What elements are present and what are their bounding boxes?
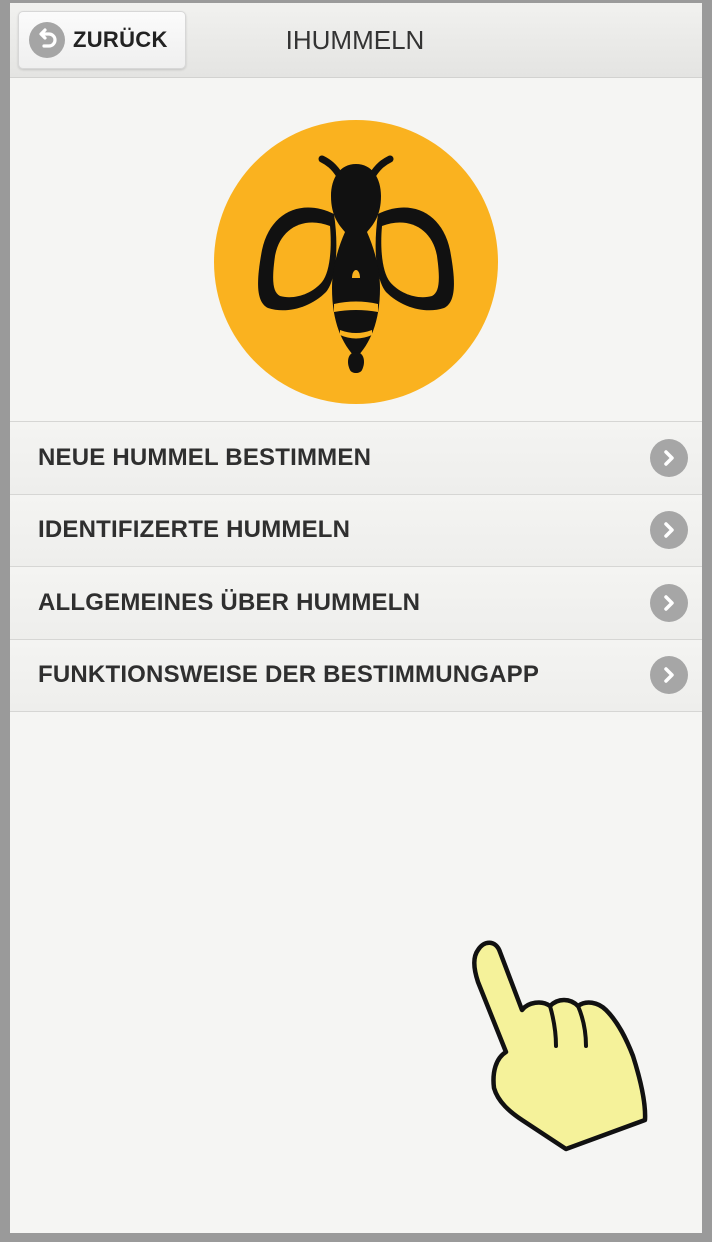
tap-hand-icon (458, 930, 648, 1155)
chevron-right-icon (650, 583, 688, 622)
menu-item-neue-hummel-bestimmen[interactable]: NEUE HUMMEL BESTIMMEN (10, 422, 702, 495)
back-button[interactable]: ZURÜCK (18, 11, 186, 69)
back-button-label: ZURÜCK (73, 27, 168, 52)
menu-item-label: IDENTIFIZERTE HUMMELN (38, 516, 351, 544)
menu-item-allgemeines-ueber-hummeln[interactable]: ALLGEMEINES ÜBER HUMMELN (10, 567, 702, 640)
chevron-right-icon (650, 511, 688, 550)
back-arrow-icon (29, 22, 65, 58)
menu-item-funktionsweise-der-bestimmungapp[interactable]: FUNKTIONSWEISE DER BESTIMMUNGAPP (10, 639, 702, 712)
bumblebee-logo-icon (214, 120, 498, 404)
page-title: IHUMMELN (285, 25, 425, 55)
menu-item-label: NEUE HUMMEL BESTIMMEN (38, 443, 372, 471)
main-menu: NEUE HUMMEL BESTIMMEN IDENTIFIZERTE HUMM… (10, 421, 702, 712)
menu-item-label: ALLGEMEINES ÜBER HUMMELN (38, 588, 421, 616)
menu-item-identifizerte-hummeln[interactable]: IDENTIFIZERTE HUMMELN (10, 494, 702, 567)
header-bar: ZURÜCK IHUMMELN (10, 3, 702, 78)
chevron-right-icon (650, 438, 688, 477)
chevron-right-icon (650, 656, 688, 695)
app-screen: ZURÜCK IHUMMELN NEUE HUMMEL BESTIMMEN ID… (10, 3, 702, 1233)
menu-item-label: FUNKTIONSWEISE DER BESTIMMUNGAPP (38, 661, 540, 689)
